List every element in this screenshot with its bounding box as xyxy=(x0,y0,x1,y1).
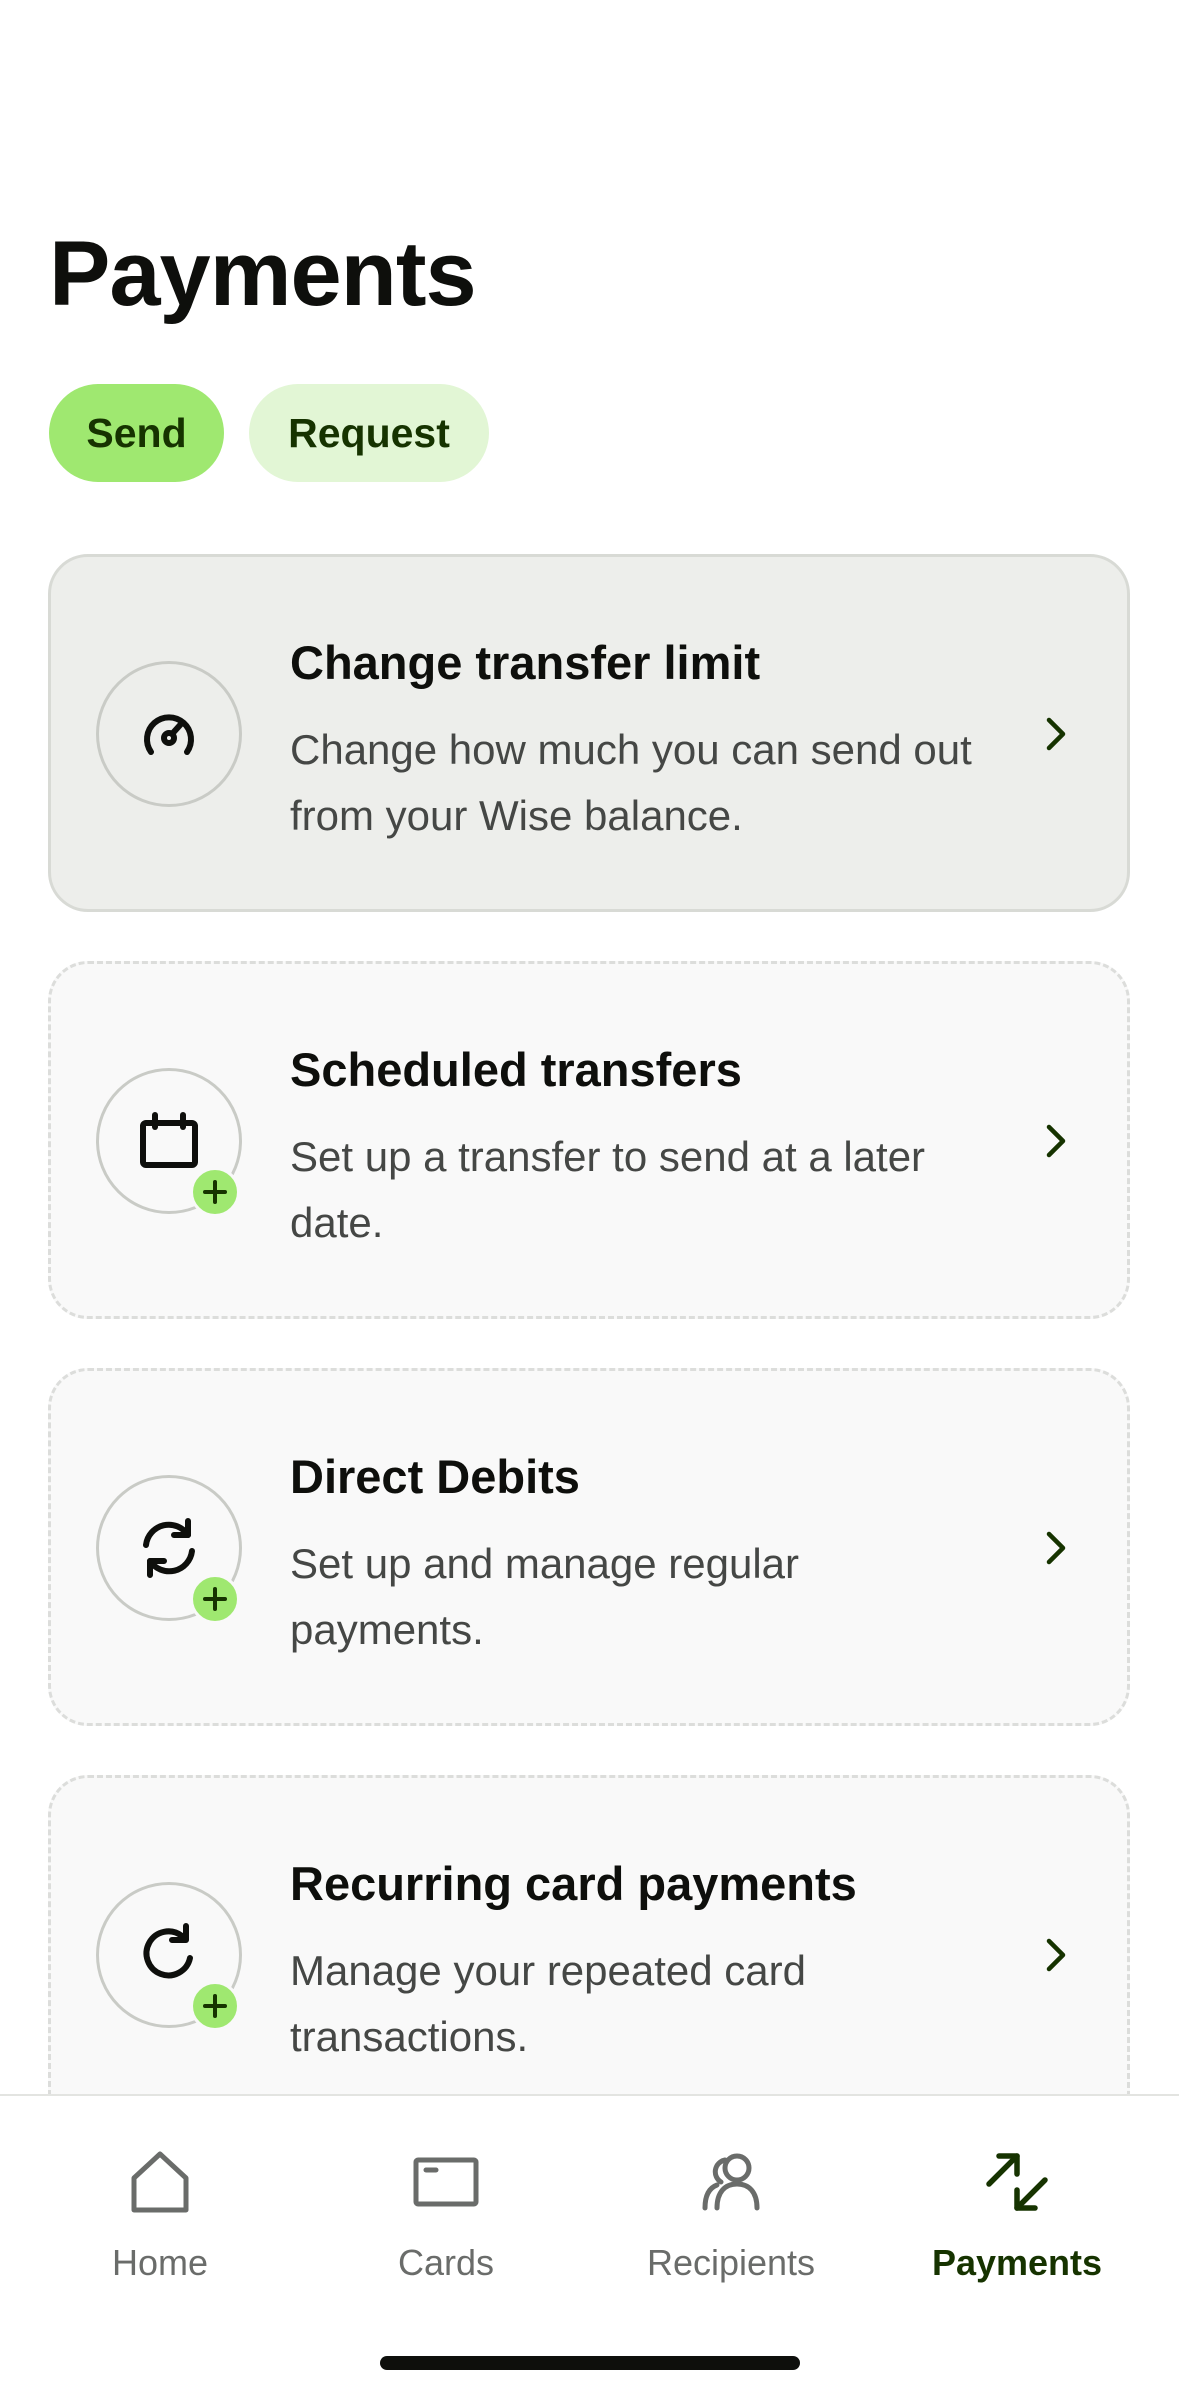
direct-debits-card[interactable]: Direct Debits Set up and manage regular … xyxy=(48,1368,1130,1726)
tab-cards[interactable]: Cards xyxy=(316,2142,576,2302)
home-icon xyxy=(120,2142,200,2222)
tab-label: Payments xyxy=(931,2242,1103,2283)
card-icon xyxy=(406,2142,486,2222)
card-description: Manage your repeated card transactions. xyxy=(290,1947,806,2060)
speedometer-icon xyxy=(144,714,194,755)
chevron-right-icon xyxy=(1046,717,1066,751)
request-tab[interactable]: Request xyxy=(249,384,489,482)
recipients-icon xyxy=(691,2142,771,2222)
card-icon xyxy=(96,661,242,807)
chevron-right-icon xyxy=(1046,1938,1066,1972)
page-title: Payments xyxy=(49,223,477,325)
refresh-icon xyxy=(143,1923,193,1979)
add-badge-icon xyxy=(190,1574,240,1624)
payments-screen: Payments Send Request Change transfer li… xyxy=(0,0,1179,2396)
add-badge-icon xyxy=(190,1981,240,2031)
card-description: Set up a transfer to send at a later dat… xyxy=(290,1133,926,1246)
card-title: Direct Debits xyxy=(290,1450,580,1503)
change-transfer-limit-card[interactable]: Change transfer limit Change how much yo… xyxy=(48,554,1130,912)
home-indicator xyxy=(380,2356,800,2370)
payments-arrows-icon xyxy=(977,2142,1057,2222)
tab-payments[interactable]: Payments xyxy=(887,2142,1147,2302)
card-title: Recurring card payments xyxy=(290,1857,857,1910)
bottom-tab-bar: Home Cards Recipients Payments xyxy=(0,2094,1179,2396)
chevron-right-icon xyxy=(1046,1531,1066,1565)
recurring-card-payments-card[interactable]: Recurring card payments Manage your repe… xyxy=(48,1775,1130,2133)
card-description: Change how much you can send out from yo… xyxy=(290,726,972,839)
tab-home[interactable]: Home xyxy=(30,2142,290,2302)
chevron-right-icon xyxy=(1046,1124,1066,1158)
tab-label: Home xyxy=(111,2242,209,2283)
tab-label: Recipients xyxy=(646,2242,816,2283)
card-title: Change transfer limit xyxy=(290,636,761,689)
tab-recipients[interactable]: Recipients xyxy=(601,2142,861,2302)
sync-arrows-icon xyxy=(143,1518,195,1578)
card-icon xyxy=(96,1068,242,1217)
scheduled-transfers-card[interactable]: Scheduled transfers Set up a transfer to… xyxy=(48,961,1130,1319)
card-icon xyxy=(96,1475,242,1624)
add-badge-icon xyxy=(190,1167,240,1217)
card-description: Set up and manage regular payments. xyxy=(290,1540,800,1653)
card-icon xyxy=(96,1882,242,2031)
tab-label: Cards xyxy=(397,2242,495,2283)
send-tab[interactable]: Send xyxy=(49,384,224,482)
card-title: Scheduled transfers xyxy=(290,1043,742,1096)
calendar-icon xyxy=(140,1112,198,1168)
send-request-toggle: Send Request xyxy=(49,384,489,482)
